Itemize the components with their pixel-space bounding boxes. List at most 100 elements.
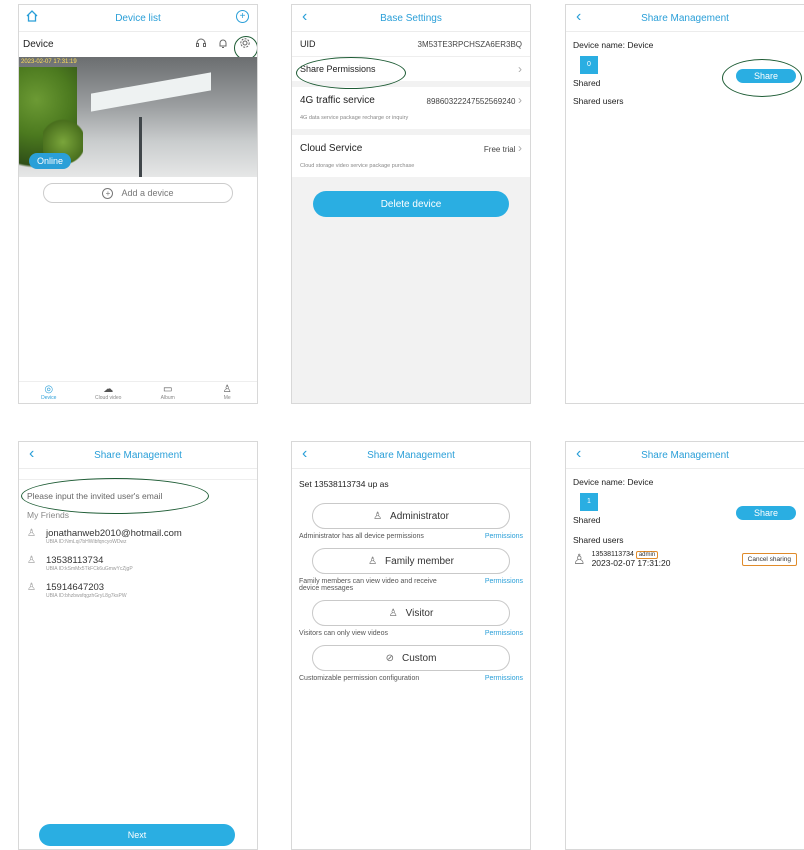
- friend-name: jonathanweb2010@hotmail.com: [45, 528, 182, 539]
- device-list-screen: Device list + Device 2023-02-07 17:31:19…: [18, 4, 258, 404]
- header: ‹ Share Management: [566, 442, 804, 469]
- header: ‹ Share Management: [566, 5, 804, 32]
- cloud-value: Free trial: [483, 145, 516, 154]
- back-icon[interactable]: ‹: [29, 445, 34, 463]
- header: ‹ Share Management: [292, 442, 530, 469]
- plus-icon: +: [102, 187, 114, 199]
- user-gear-icon: ♙: [573, 551, 586, 567]
- album-icon: ▭: [163, 384, 173, 395]
- user-phone: 13538113734: [591, 551, 634, 558]
- list-item[interactable]: ♙ 15914647203 UBIA ID:bhzbwsfqgzhGryL8g7k…: [19, 577, 257, 604]
- add-icon[interactable]: +: [236, 10, 249, 23]
- friend-uid: UBIA ID:NmLqi7bHWibfqncyoWDwz: [45, 539, 127, 545]
- traffic-value: 89860322247552569240: [426, 97, 516, 106]
- family-icon: ♙: [368, 555, 378, 567]
- traffic-sub: 4G data service package recharge or inqu…: [292, 113, 530, 129]
- shared-user-row: ♙ 13538113734 admin 2023-02-07 17:31:20 …: [566, 547, 804, 572]
- device-name-label: Device name: Device: [573, 40, 654, 50]
- role-desc: Customizable permission configuration Per…: [299, 675, 523, 682]
- admin-user-icon: ♙: [373, 510, 383, 522]
- add-device-button[interactable]: + Add a device: [43, 183, 233, 203]
- highlight-ring: [21, 478, 209, 514]
- home-icon[interactable]: [25, 9, 39, 23]
- chevron-right-icon: ›: [518, 93, 522, 107]
- shared-count: 0: [580, 56, 598, 74]
- page-title: Share Management: [367, 449, 455, 461]
- permissions-link[interactable]: Permissions: [485, 675, 523, 682]
- friend-name: 13538113734: [45, 555, 104, 566]
- friend-uid: UBIA ID:bhzbwsfqgzhGryL8g7ksPW: [45, 593, 127, 599]
- highlight-ring: [296, 57, 406, 89]
- list-item[interactable]: ♙ 13538113734 UBIA ID:kSmMx5TkFCk6uGmwYcZ…: [19, 550, 257, 577]
- share-button[interactable]: Share: [736, 506, 796, 520]
- set-role-label: Set 13538113734 up as: [299, 479, 389, 489]
- base-settings-screen: ‹ Base Settings UID 3M53TE3RPCHSZA6ER3BQ…: [291, 4, 531, 404]
- highlight-ring: [722, 59, 802, 97]
- permissions-link[interactable]: Permissions: [485, 630, 523, 637]
- traffic-row[interactable]: 4G traffic service 89860322247552569240 …: [292, 87, 530, 113]
- shared-count: 1: [580, 493, 598, 511]
- user-date: 2023-02-07 17:31:20: [591, 558, 671, 568]
- invite-user-screen: ‹ Share Management Please input the invi…: [18, 441, 258, 850]
- chevron-right-icon: ›: [518, 62, 522, 76]
- permissions-link[interactable]: Permissions: [485, 533, 523, 540]
- cloud-label: Cloud Service: [300, 142, 363, 154]
- back-icon[interactable]: ‹: [576, 445, 581, 463]
- role-desc: Visitors can only view videos Permissions: [299, 630, 523, 637]
- share-management-screen: ‹ Share Management Device name: Device 0…: [565, 4, 804, 404]
- page-title: Share Management: [641, 12, 729, 24]
- camera-icon: ◎: [44, 384, 54, 395]
- back-icon[interactable]: ‹: [302, 445, 307, 463]
- permissions-link[interactable]: Permissions: [485, 578, 523, 592]
- role-visitor-button[interactable]: ♙ Visitor: [312, 600, 510, 626]
- role-custom-button[interactable]: ⊘ Custom: [312, 645, 510, 671]
- cloud-sub: Cloud storage video service package purc…: [292, 161, 530, 177]
- friend-name: 15914647203: [45, 582, 105, 593]
- header: Device list +: [19, 5, 257, 32]
- video-timestamp: 2023-02-07 17:31:19: [21, 59, 77, 65]
- add-device-label: Add a device: [121, 188, 174, 198]
- page-title: Device list: [115, 12, 161, 24]
- back-icon[interactable]: ‹: [576, 8, 581, 26]
- page-title: Share Management: [94, 449, 182, 461]
- person-icon: ♙: [222, 384, 232, 395]
- role-desc: Family members can view video and receiv…: [299, 578, 523, 592]
- cloud-row[interactable]: Cloud Service Free trial ›: [292, 135, 530, 161]
- tab-me[interactable]: ♙ Me: [198, 382, 258, 403]
- page-title: Share Management: [641, 449, 729, 461]
- device-name: Device: [23, 38, 54, 50]
- custom-icon: ⊘: [385, 652, 394, 664]
- role-desc: Administrator has all device permissions…: [299, 533, 523, 540]
- shared-users-label: Shared users: [573, 535, 624, 545]
- bell-icon[interactable]: [217, 37, 229, 49]
- cancel-sharing-button[interactable]: Cancel sharing: [741, 553, 797, 566]
- chevron-right-icon: ›: [518, 141, 522, 155]
- back-icon[interactable]: ‹: [302, 8, 307, 26]
- page-title: Base Settings: [380, 12, 442, 24]
- tab-album[interactable]: ▭ Album: [138, 382, 198, 403]
- person-icon: ♙: [27, 528, 36, 539]
- person-icon: ♙: [27, 555, 36, 566]
- next-button[interactable]: Next: [39, 824, 235, 846]
- role-administrator-button[interactable]: ♙ Administrator: [312, 503, 510, 529]
- share-management-shared-screen: ‹ Share Management Device name: Device 1…: [565, 441, 804, 850]
- delete-device-button[interactable]: Delete device: [313, 191, 509, 217]
- cloud-icon: ☁: [103, 384, 114, 395]
- visitor-icon: ♙: [388, 607, 398, 619]
- friend-uid: UBIA ID:kSmMx5TkFCk6uGmwYcZjgP: [45, 566, 133, 572]
- header: ‹ Share Management: [19, 442, 257, 469]
- header: ‹ Base Settings: [292, 5, 530, 32]
- device-name-label: Device name: Device: [573, 477, 654, 487]
- set-role-screen: ‹ Share Management Set 13538113734 up as…: [291, 441, 531, 850]
- uid-row: UID 3M53TE3RPCHSZA6ER3BQ: [292, 32, 530, 56]
- list-item[interactable]: ♙ jonathanweb2010@hotmail.com UBIA ID:NmL…: [19, 523, 257, 550]
- uid-label: UID: [300, 39, 316, 49]
- online-badge: Online: [29, 153, 72, 169]
- role-family-button[interactable]: ♙ Family member: [312, 548, 510, 574]
- tab-bar: ◎ Device ☁ Cloud video ▭ Album ♙ Me: [19, 381, 258, 403]
- traffic-label: 4G traffic service: [300, 94, 375, 106]
- tab-device[interactable]: ◎ Device: [19, 382, 79, 403]
- person-icon: ♙: [27, 582, 36, 593]
- tab-cloud-video[interactable]: ☁ Cloud video: [79, 382, 139, 403]
- headset-icon[interactable]: [195, 37, 207, 49]
